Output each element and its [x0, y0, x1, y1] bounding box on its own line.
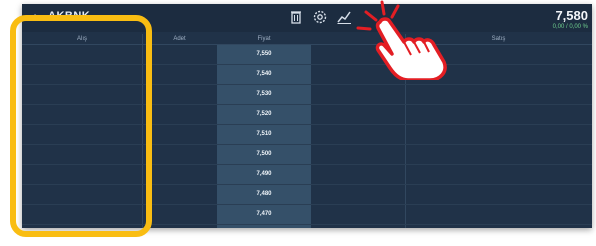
price-display: 7,580 0,00 / 0,00 %	[553, 8, 588, 30]
settings-icon[interactable]	[312, 9, 328, 25]
price-cell: 7,510	[256, 131, 272, 137]
last-price: 7,580	[555, 8, 588, 23]
hand-pointer-icon	[356, 0, 447, 80]
toolbar	[288, 9, 352, 25]
price-cell: 7,550	[256, 51, 272, 57]
price-cell: 7,540	[256, 71, 272, 77]
price-change: 0,00 / 0,00 %	[552, 24, 588, 30]
trash-icon[interactable]	[288, 9, 304, 25]
column-header-quantity: Adet	[173, 36, 186, 42]
price-cell: 7,490	[256, 171, 272, 177]
price-cell: 7,520	[256, 111, 272, 117]
highlight-outline	[10, 15, 152, 237]
price-cell: 7,530	[256, 91, 272, 97]
price-cell: 7,480	[256, 191, 272, 197]
price-cell: 7,500	[256, 151, 272, 157]
price-cell: 7,470	[256, 211, 272, 217]
column-header-price: Fiyat	[257, 36, 271, 42]
